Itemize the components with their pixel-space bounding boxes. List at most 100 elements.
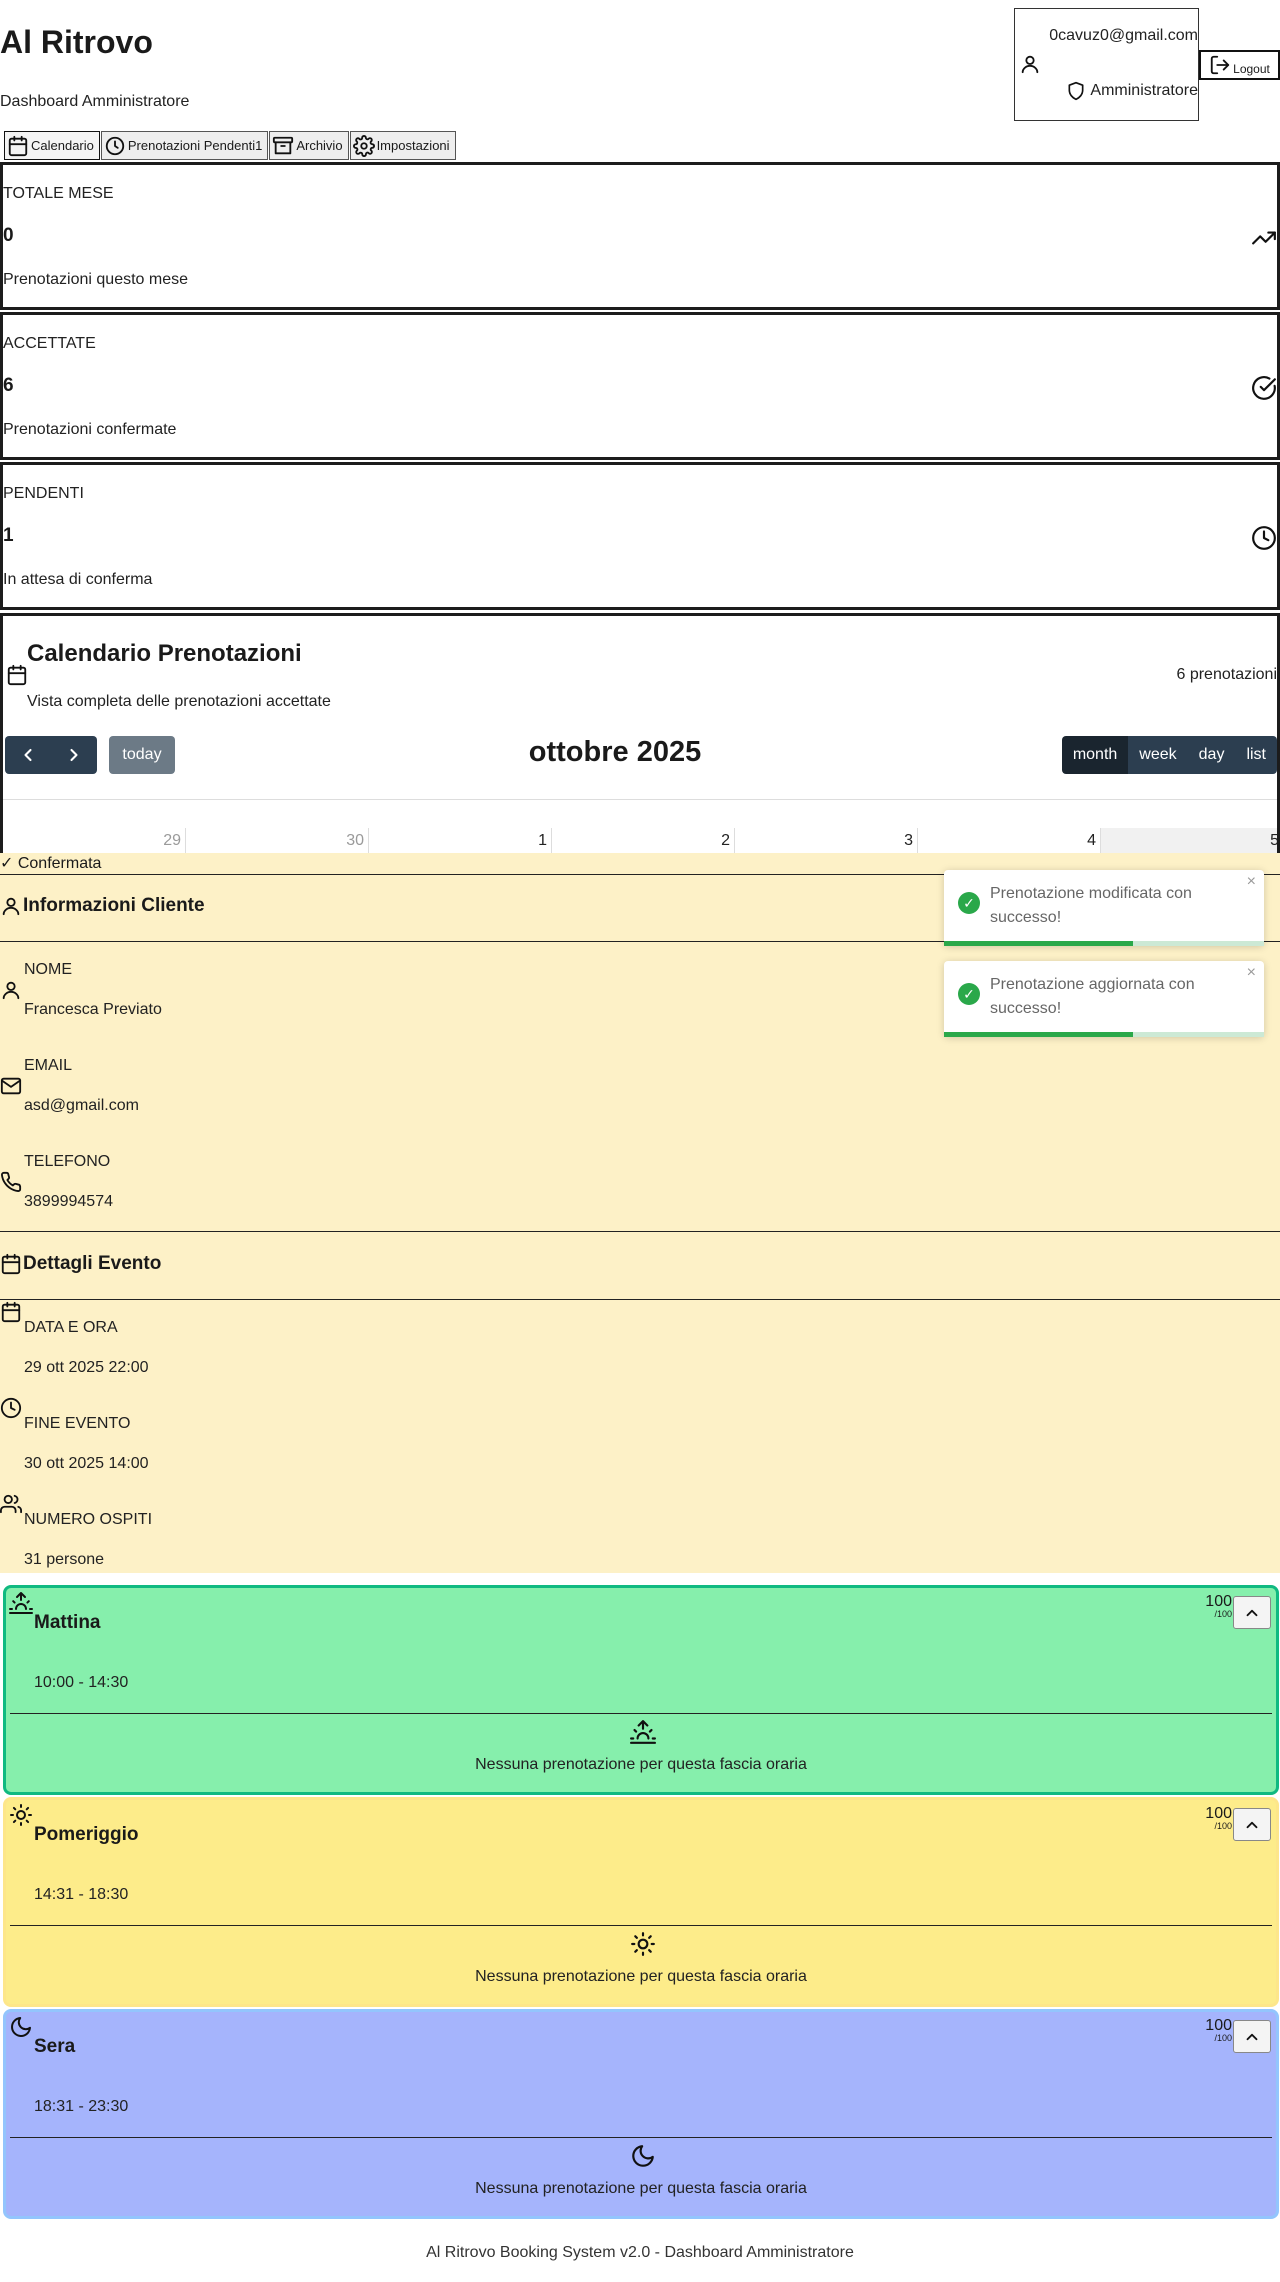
phone-label: TELEFONO [24,1153,111,1170]
view-switcher: month week day list [1061,736,1277,774]
view-list-button[interactable]: list [1235,736,1277,774]
tab-prenotazioni-pendenti[interactable]: Prenotazioni Pendenti1 [100,131,269,160]
slot-name: Sera [34,2036,76,2057]
slot-capacity: 100 /100 [1205,2018,1232,2043]
date-label: DATA E ORA [24,1319,118,1336]
user-role: Amministratore [1066,81,1198,101]
moon-icon [11,2017,31,2037]
trending-up-icon [1252,231,1276,245]
user-icon [2,897,20,916]
stat-card-totale-mese: TOTALE MESE 0 Prenotazioni questo mese [0,162,1280,310]
calendar-title: Calendario Prenotazioni [27,640,302,667]
calendar-day[interactable]: 2 [552,828,735,853]
time-slot-pomeriggio: Pomeriggio 14:31 - 18:30 100 /100 Nessun… [3,1797,1279,2007]
calendar-grid-divider [3,799,1277,800]
calendar-day[interactable]: 1 [369,828,552,853]
divider [0,1231,1280,1232]
booking-count: 6 prenotazioni [1176,666,1277,683]
tab-label: Calendario [31,138,94,153]
calendar-icon [1,1253,21,1275]
calendar-day[interactable]: 4 [918,828,1101,853]
sunrise-icon [9,1592,33,1614]
divider [0,1299,1280,1300]
slot-time: 14:31 - 18:30 [34,1886,129,1903]
slot-capacity-max: /100 [1214,1609,1232,1619]
calendar-icon [7,664,27,686]
moon-icon [632,2145,654,2167]
toast-notification: ✓ Prenotazione modificata con successo! … [944,870,1264,946]
view-day-button[interactable]: day [1187,736,1236,774]
user-icon [2,981,20,1000]
logout-label: Logout [1233,62,1270,76]
tab-impostazioni[interactable]: Impostazioni [349,131,456,160]
check-circle-icon [1252,376,1276,400]
sun-icon [10,1804,32,1826]
users-icon [0,1494,22,1514]
time-slot-sera: Sera 18:31 - 23:30 100 /100 Nessuna pren… [3,2009,1279,2219]
email-label: EMAIL [24,1057,73,1074]
divider [10,1925,1272,1926]
view-month-button[interactable]: month [1061,736,1129,774]
collapse-button[interactable] [1233,2020,1271,2053]
time-slot-mattina: Mattina 10:00 - 14:30 100 /100 Nessuna p… [3,1585,1279,1795]
slot-capacity-value: 100 [1205,1805,1232,1822]
calendar-day[interactable]: 30 [186,828,369,853]
view-week-button[interactable]: week [1128,736,1188,774]
slot-time: 18:31 - 23:30 [34,2098,129,2115]
calendar-week-row: 29 30 1 2 3 4 5 [3,828,1277,853]
stat-value: 6 [3,375,14,396]
stat-label: ACCETTATE [3,335,96,352]
guests-label: NUMERO OSPITI [24,1511,153,1528]
end-value: 30 ott 2025 14:00 [24,1455,149,1472]
slot-capacity-max: /100 [1214,2033,1232,2043]
tab-archivio[interactable]: Archivio [269,131,349,160]
client-section-title: Informazioni Cliente [23,895,205,916]
toast-notification: ✓ Prenotazione aggiornata con successo! … [944,961,1264,1037]
chevron-up-icon [1246,1821,1258,1828]
slot-empty-message: Nessuna prenotazione per questa fascia o… [475,1756,807,1773]
calendar-day-today[interactable]: 5 [1101,828,1277,853]
collapse-button[interactable] [1233,1808,1271,1841]
sun-icon [631,1932,655,1956]
slot-capacity-max: /100 [1214,1821,1232,1831]
slot-name: Mattina [34,1612,101,1633]
app-title: Al Ritrovo [0,24,153,60]
calendar-subtitle: Vista completa delle prenotazioni accett… [27,693,331,710]
slot-name: Pomeriggio [34,1824,139,1845]
stat-value: 0 [3,225,14,246]
tab-calendario[interactable]: Calendario [4,131,100,160]
calendar-day[interactable]: 3 [735,828,918,853]
slot-empty-message: Nessuna prenotazione per questa fascia o… [475,1968,807,1985]
user-icon [1021,55,1039,74]
logout-icon [1210,55,1230,75]
success-check-icon: ✓ [958,983,980,1005]
collapse-button[interactable] [1233,1596,1271,1629]
stat-description: Prenotazioni confermate [3,421,177,438]
guests-value: 31 persone [24,1551,105,1568]
stat-card-accettate: ACCETTATE 6 Prenotazioni confermate [0,312,1280,460]
archive-icon [273,136,294,154]
phone-icon [1,1171,22,1192]
toast-progress-bar [944,1032,1133,1037]
slot-time: 10:00 - 14:30 [34,1674,129,1691]
slot-capacity: 100 /100 [1205,1594,1232,1619]
shield-icon [1068,81,1084,101]
divider [10,1713,1272,1714]
gear-icon [352,134,375,157]
calendar-icon [1,1301,21,1323]
mail-icon [0,1077,22,1095]
calendar-day[interactable]: 29 [3,828,186,853]
calendar-card: Calendario Prenotazioni Vista completa d… [0,613,1280,853]
slot-capacity: 100 /100 [1205,1806,1232,1831]
toast-close-icon[interactable]: × [1247,873,1256,891]
logout-button[interactable]: Logout [1199,50,1280,80]
footer-text: Al Ritrovo Booking System v2.0 - Dashboa… [426,2244,854,2261]
end-label: FINE EVENTO [24,1415,131,1432]
stat-label: PENDENTI [3,485,84,502]
stat-description: In attesa di conferma [3,571,153,588]
name-value: Francesca Previato [24,1001,162,1018]
user-role-label: Amministratore [1090,82,1198,99]
toast-close-icon[interactable]: × [1247,964,1256,982]
app-subtitle: Dashboard Amministratore [0,93,190,110]
slot-capacity-value: 100 [1205,1593,1232,1610]
